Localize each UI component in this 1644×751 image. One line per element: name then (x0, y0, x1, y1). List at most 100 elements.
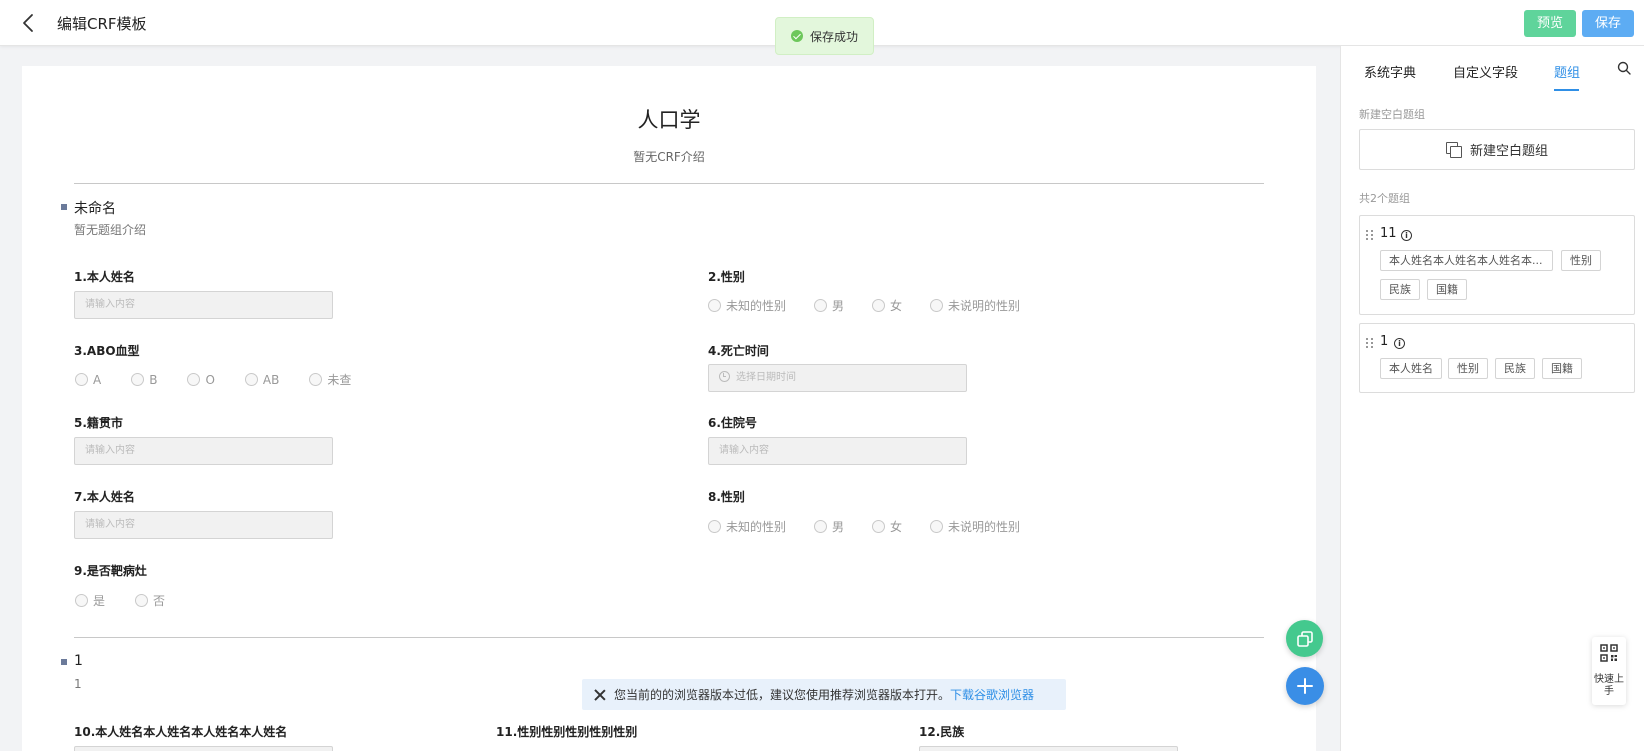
radio-circle[interactable] (135, 594, 149, 607)
question-label[interactable]: 1.本人姓名 (74, 268, 135, 285)
radio-circle[interactable] (75, 594, 88, 607)
radio-option[interactable]: 未说明的性别 (930, 297, 1020, 314)
admission-number-input[interactable]: 请输入内容 (708, 437, 967, 465)
radio-label: A (93, 372, 102, 387)
radio-label: 女 (890, 299, 903, 313)
question-label[interactable]: 3.ABO血型 (74, 342, 140, 359)
name-input[interactable]: 请输入内容 (74, 511, 333, 539)
radio-option[interactable]: A (75, 373, 101, 387)
radio-label: B (149, 372, 158, 387)
radio-circle[interactable] (708, 299, 721, 312)
preview-button[interactable]: 预览 (1524, 10, 1576, 37)
check-circle-icon (790, 30, 803, 42)
question-label[interactable]: 9.是否靶病灶 (74, 562, 147, 579)
info-icon[interactable]: i (1401, 230, 1412, 241)
question-label[interactable]: 7.本人姓名 (74, 488, 135, 505)
question-label[interactable]: 5.籍贯市 (74, 414, 123, 431)
radio-option[interactable]: 男 (814, 518, 844, 535)
drag-handle-icon[interactable] (1366, 230, 1374, 241)
tab-system-dictionary[interactable]: 系统字典 (1364, 62, 1416, 81)
question-label[interactable]: 8.性别 (708, 488, 745, 505)
radio-option[interactable]: O (187, 373, 215, 387)
new-blank-group-button[interactable]: 新建空白题组 (1359, 129, 1635, 170)
radio-option[interactable]: 否 (135, 592, 165, 609)
radio-circle[interactable] (930, 299, 944, 312)
name-input[interactable]: 请输入内容 (74, 291, 333, 319)
active-tab-indicator (1554, 89, 1579, 91)
copy-icon (1445, 141, 1462, 158)
radio-circle[interactable] (814, 520, 828, 533)
copy-group-button[interactable] (1286, 620, 1323, 657)
radio-circle[interactable] (872, 520, 886, 533)
search-icon[interactable] (1617, 61, 1631, 75)
name-input[interactable] (74, 746, 333, 751)
radio-label: 男 (832, 520, 845, 534)
question-label[interactable]: 11.性别性别性别性别性别 (496, 723, 637, 740)
new-group-section-label: 新建空白题组 (1359, 108, 1425, 121)
back-arrow-icon[interactable] (18, 12, 40, 34)
clock-icon (719, 371, 730, 382)
radio-label: 未查 (327, 373, 352, 387)
radio-option[interactable]: B (131, 373, 157, 387)
save-button[interactable]: 保存 (1582, 10, 1634, 37)
group-card[interactable]: 1 i 本人姓名 性别 民族 国籍 (1359, 323, 1635, 393)
group-name[interactable]: 1 (74, 653, 83, 669)
radio-circle[interactable] (708, 520, 721, 533)
radio-label: 未知的性别 (726, 520, 787, 534)
question-label[interactable]: 4.死亡时间 (708, 342, 769, 359)
group-card[interactable]: 11 i 本人姓名本人姓名本人姓名本... 性别 民族 国籍 (1359, 215, 1635, 315)
question-label[interactable]: 6.住院号 (708, 414, 757, 431)
divider (74, 183, 1264, 184)
plus-icon (1297, 678, 1313, 694)
radio-circle[interactable] (187, 373, 201, 386)
radio-label: 未说明的性别 (948, 520, 1021, 534)
drag-handle-icon[interactable] (1366, 338, 1374, 349)
target-lesion-radio-group: 是 否 (75, 592, 193, 609)
radio-label: AB (262, 372, 280, 387)
radio-circle[interactable] (872, 299, 886, 312)
death-time-picker[interactable]: 选择日期时间 (708, 364, 967, 392)
radio-circle[interactable] (814, 299, 828, 312)
ethnicity-select[interactable] (919, 746, 1178, 751)
native-city-input[interactable]: 请输入内容 (74, 437, 333, 465)
close-icon[interactable] (594, 689, 606, 701)
field-chip: 民族 (1495, 358, 1535, 379)
download-chrome-link[interactable]: 下载谷歌浏览器 (950, 686, 1034, 703)
radio-option[interactable]: 未知的性别 (708, 518, 786, 535)
field-chip: 性别 (1448, 358, 1488, 379)
radio-option[interactable]: 女 (872, 518, 902, 535)
field-chip: 国籍 (1427, 279, 1467, 300)
tab-custom-fields[interactable]: 自定义字段 (1453, 62, 1518, 81)
save-success-toast: 保存成功 (775, 17, 874, 55)
radio-circle[interactable] (930, 520, 944, 533)
quick-start-widget[interactable]: 快速上手 (1592, 637, 1626, 705)
radio-option[interactable]: 未说明的性别 (930, 518, 1020, 535)
tab-question-groups[interactable]: 题组 (1554, 62, 1580, 81)
radio-option[interactable]: AB (244, 372, 280, 387)
radio-circle[interactable] (244, 373, 258, 386)
add-question-button[interactable] (1286, 667, 1324, 705)
info-icon[interactable]: i (1394, 338, 1405, 349)
radio-circle[interactable] (309, 373, 323, 386)
group-intro: 1 (74, 677, 82, 691)
radio-option[interactable]: 是 (75, 592, 105, 609)
radio-circle[interactable] (131, 373, 145, 386)
question-label[interactable]: 10.本人姓名本人姓名本人姓名本人姓名 (74, 723, 287, 740)
group-name[interactable]: 未命名 (74, 198, 116, 218)
group-intro: 暂无题组介绍 (74, 223, 147, 237)
crf-title: 人口学 (637, 108, 701, 132)
crf-intro: 暂无CRF介绍 (633, 150, 705, 164)
notice-text: 您当前的的浏览器版本过低，建议您使用推荐浏览器版本打开。 (614, 688, 951, 702)
question-label[interactable]: 12.民族 (919, 723, 964, 740)
radio-option[interactable]: 女 (872, 297, 902, 314)
field-chip: 本人姓名本人姓名本人姓名本... (1380, 250, 1553, 271)
group-card-name: 1 (1380, 334, 1389, 349)
question-label[interactable]: 2.性别 (708, 268, 745, 285)
quick-start-label: 快速上手 (1594, 674, 1624, 697)
copy-icon (1296, 630, 1313, 647)
group-marker (61, 204, 67, 210)
radio-option[interactable]: 男 (814, 297, 844, 314)
radio-circle[interactable] (75, 373, 88, 386)
radio-option[interactable]: 未知的性别 (708, 297, 786, 314)
radio-option[interactable]: 未查 (309, 371, 351, 388)
